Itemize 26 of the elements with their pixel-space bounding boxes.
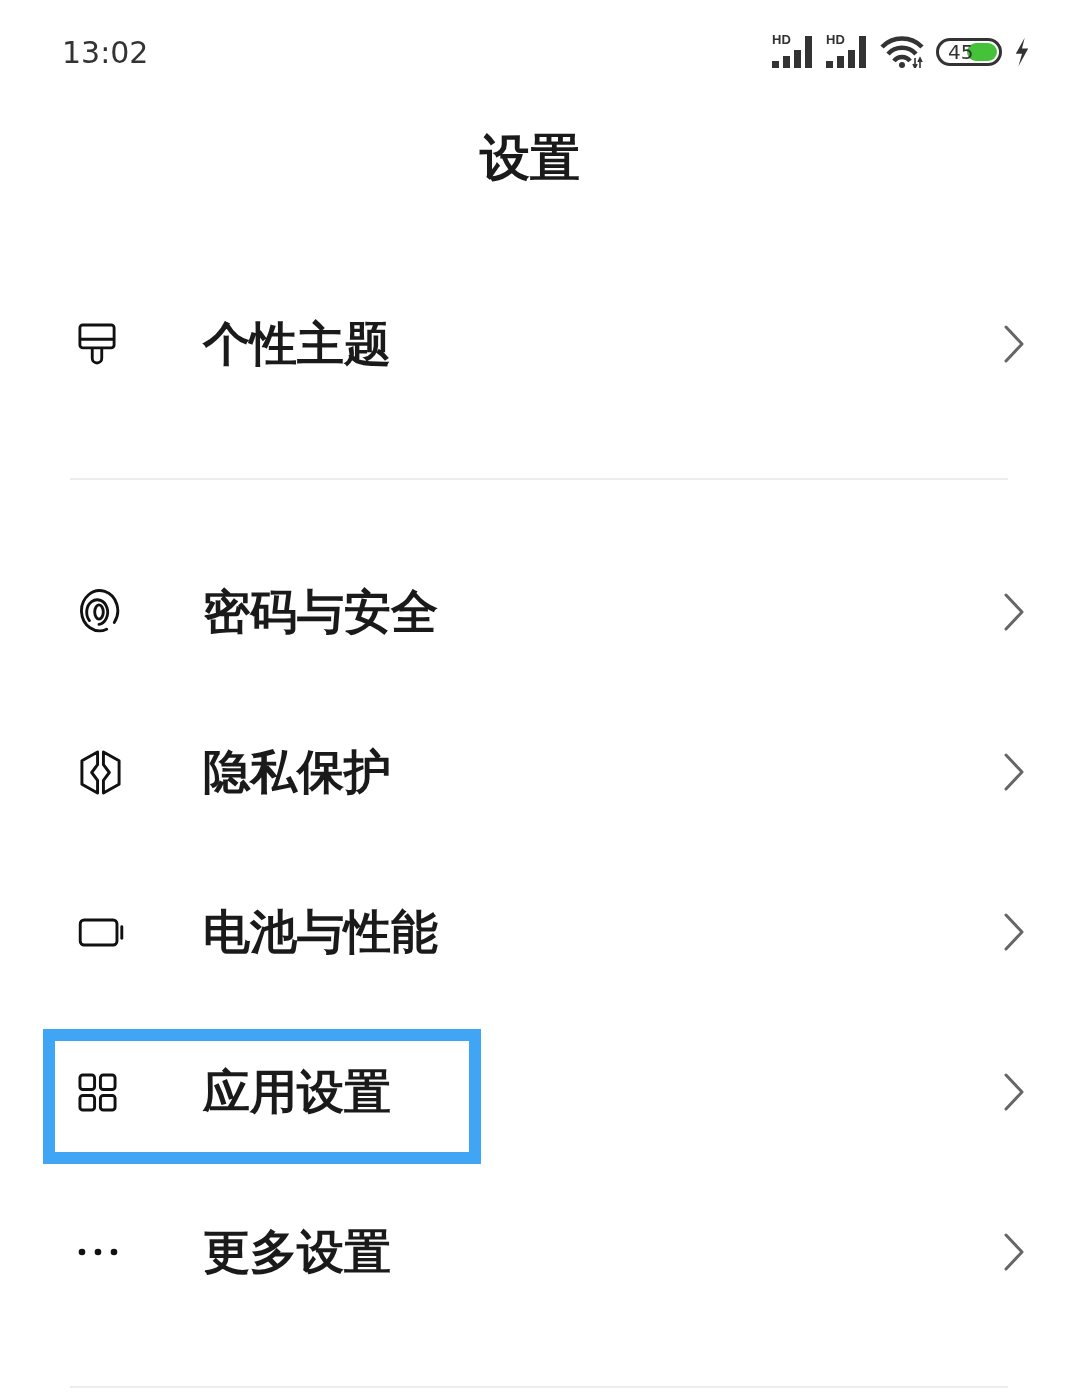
signal-icon: [826, 36, 868, 68]
brush-icon: [78, 323, 116, 365]
page-title: 设置: [480, 127, 580, 189]
chevron-right-icon: [1003, 592, 1025, 632]
app-grid-icon: [78, 1072, 117, 1112]
wifi-icon: [880, 36, 924, 68]
fingerprint-icon: [78, 589, 120, 635]
network-type-label: HD: [772, 33, 791, 46]
clock-time: 13:02: [62, 34, 149, 70]
chevron-right-icon: [1003, 324, 1025, 364]
battery-icon: [78, 917, 125, 947]
settings-item[interactable]: 隐私保护: [0, 692, 1080, 852]
chevron-right-icon: [1003, 912, 1025, 952]
settings-item[interactable]: 电池与性能: [0, 852, 1080, 1012]
chevron-right-icon: [1003, 1072, 1025, 1112]
hexagon-icon: [78, 748, 123, 796]
signal-icon: [772, 36, 814, 68]
charging-bolt-icon: [1014, 37, 1030, 67]
settings-item[interactable]: 密码与安全: [0, 532, 1080, 692]
settings-item[interactable]: 个性主题: [0, 264, 1080, 424]
network-type-label: HD: [826, 33, 845, 46]
settings-item[interactable]: 应用设置: [0, 1012, 1080, 1172]
chevron-right-icon: [1003, 1232, 1025, 1272]
more-icon: [78, 1248, 118, 1256]
chevron-right-icon: [1003, 752, 1025, 792]
settings-item[interactable]: 更多设置: [0, 1172, 1080, 1332]
